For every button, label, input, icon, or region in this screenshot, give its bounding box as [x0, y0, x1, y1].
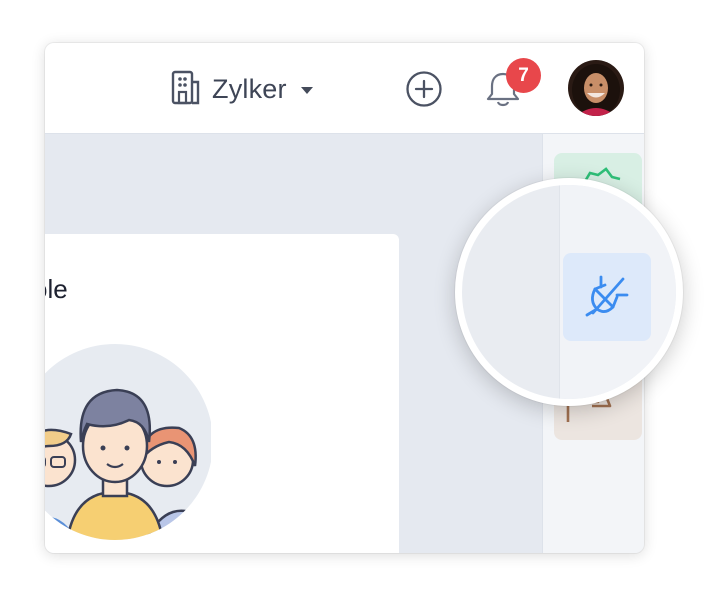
building-icon — [170, 69, 202, 110]
team-illustration — [45, 344, 211, 540]
user-avatar[interactable] — [568, 60, 624, 116]
org-name: Zylker — [212, 73, 287, 104]
top-bar: Zylker 7 — [45, 43, 644, 134]
notification-badge: 7 — [506, 58, 541, 93]
org-switcher[interactable]: Zylker — [170, 69, 313, 109]
magnifier-lens — [455, 178, 683, 406]
card-title: ole — [45, 274, 68, 304]
plus-circle-icon — [406, 71, 442, 107]
integrations-button[interactable] — [563, 253, 651, 341]
chevron-down-icon — [300, 87, 313, 94]
content-card: ole — [45, 234, 399, 553]
plug-disconnect-icon — [585, 275, 629, 317]
add-button[interactable] — [405, 70, 443, 108]
